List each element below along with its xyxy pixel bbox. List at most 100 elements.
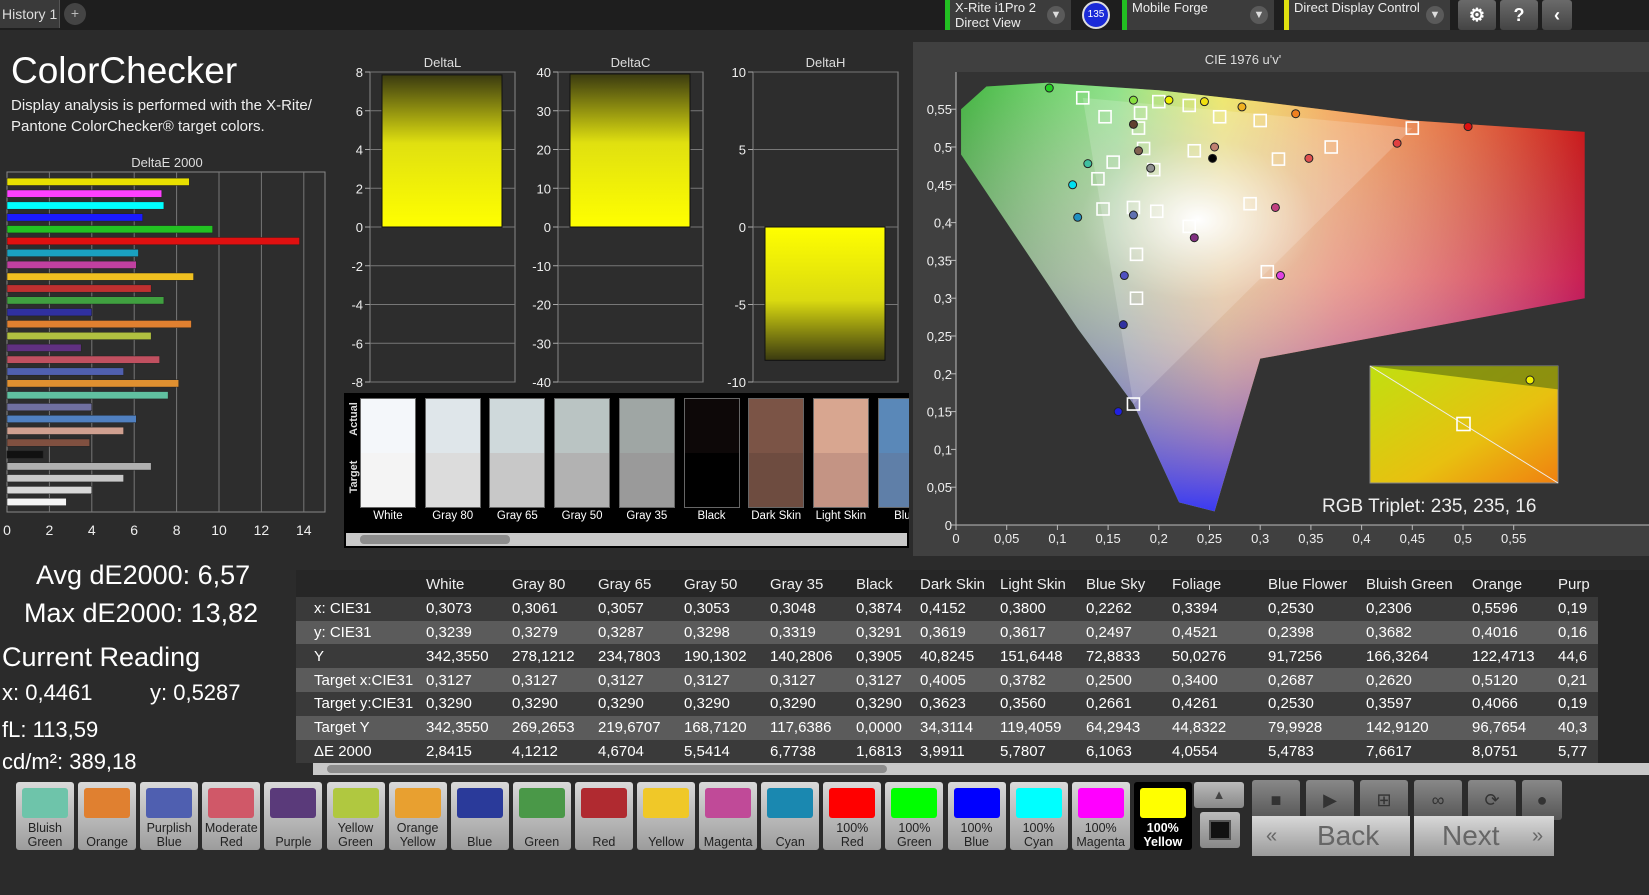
swatch-red[interactable]: Red xyxy=(574,782,633,850)
table-cell: 0,5120 xyxy=(1472,668,1558,692)
swatch-label: Magenta xyxy=(703,835,753,849)
swatch-orange-yellow[interactable]: Orange Yellow xyxy=(388,782,447,850)
x-tick-label: 0,25 xyxy=(1197,531,1222,546)
patch-actual xyxy=(878,399,909,453)
swatch-moderate-red[interactable]: Moderate Red xyxy=(202,782,261,850)
deltae-bar xyxy=(6,450,44,459)
play-button[interactable]: ▶ xyxy=(1306,780,1354,820)
table-cell: 0,3905 xyxy=(856,644,920,669)
refresh-button[interactable]: ⟳ xyxy=(1468,780,1516,820)
table-cell: 0,3298 xyxy=(684,620,770,645)
swatch-orange[interactable]: Orange xyxy=(78,782,137,850)
table-cell: 151,6448 xyxy=(1000,644,1086,669)
scrollbar-thumb[interactable] xyxy=(327,765,887,773)
next-button[interactable]: Next » xyxy=(1414,816,1554,856)
swatch-blue[interactable]: Blue xyxy=(450,782,509,850)
column-header: Black xyxy=(856,576,893,594)
table-scrollbar[interactable] xyxy=(313,763,1649,775)
patch-target xyxy=(749,453,804,507)
table-cell: 0,3290 xyxy=(770,691,856,716)
swatch-chip xyxy=(1077,788,1124,818)
scroll-up-button[interactable]: ▲ xyxy=(1194,782,1244,808)
swatch-100-magenta[interactable]: 100% Magenta xyxy=(1071,782,1130,850)
deltae-bar xyxy=(6,486,93,495)
patch-scrollbar[interactable] xyxy=(346,533,907,546)
patch-gray-65 xyxy=(489,398,546,508)
table-cell: 91,7256 xyxy=(1268,644,1366,669)
table-cell: 0,0000 xyxy=(856,715,920,740)
x-tick-label: 0,2 xyxy=(1150,531,1168,546)
page-title: ColorChecker xyxy=(11,50,238,91)
measured-point xyxy=(1210,142,1220,152)
patch-target xyxy=(878,453,909,507)
meter-dropdown[interactable]: X-Rite i1Pro 2 Direct View ▼ xyxy=(945,0,1071,30)
stop-display-button[interactable] xyxy=(1200,812,1240,848)
patch-actual xyxy=(813,399,868,453)
swatch-100-green[interactable]: 100% Green xyxy=(885,782,944,850)
deltae-bar xyxy=(6,355,160,364)
scrollbar-thumb[interactable] xyxy=(360,535,510,544)
table-cell: 0,3127 xyxy=(598,668,684,692)
swatch-chip xyxy=(953,788,1000,818)
table-cell: 0,19 xyxy=(1558,691,1598,716)
avg-de: Avg dE2000: 6,57 xyxy=(36,560,251,590)
patch-label: Dark Skin xyxy=(751,510,802,522)
step-button[interactable]: ⊞ xyxy=(1360,780,1408,820)
column-header: Gray 80 xyxy=(512,576,566,594)
table-cell: 0,3619 xyxy=(920,620,1000,645)
table-cell: 278,1212 xyxy=(512,644,598,669)
settings-button[interactable]: ⚙ xyxy=(1458,0,1496,30)
swatch-chip xyxy=(270,788,317,818)
help-button[interactable]: ? xyxy=(1500,0,1538,30)
collapse-button[interactable]: ‹ xyxy=(1542,0,1572,30)
measured-point xyxy=(1119,271,1129,281)
table-cell: 0,3617 xyxy=(1000,620,1086,645)
column-header: Gray 35 xyxy=(770,576,824,594)
back-button[interactable]: « Back xyxy=(1252,816,1410,856)
deltae-bar xyxy=(6,320,192,329)
y-tick-label: 0,15 xyxy=(927,405,952,420)
row-label: Target x:CIE31 xyxy=(296,668,426,692)
tab-history[interactable]: History 1 xyxy=(0,0,60,28)
swatch-100-cyan[interactable]: 100% Cyan xyxy=(1009,782,1068,850)
table-cell: 0,3290 xyxy=(426,691,512,716)
delta-chart-title: DeltaH xyxy=(806,55,846,70)
swatch-green[interactable]: Green xyxy=(512,782,571,850)
swatch-100-red[interactable]: 100% Red xyxy=(823,782,882,850)
table-cell: 0,2687 xyxy=(1268,668,1366,692)
swatch-yellow-green[interactable]: Yellow Green xyxy=(326,782,385,850)
swatch-bluish-green[interactable]: Bluish Green xyxy=(16,782,74,850)
profile-dropdown[interactable]: Mobile Forge ▼ xyxy=(1122,0,1274,30)
y-tick-label: 0,05 xyxy=(927,480,952,495)
table-cell: 0,3053 xyxy=(684,596,770,621)
patch-target xyxy=(619,453,674,507)
swatch-yellow[interactable]: Yellow xyxy=(637,782,695,850)
display-control-dropdown[interactable]: Direct Display Control ▼ xyxy=(1284,0,1450,30)
measured-point xyxy=(1128,95,1138,105)
delta-tick-label: 5 xyxy=(739,143,746,158)
table-cell: 0,3290 xyxy=(512,691,598,716)
swatch-magenta[interactable]: Magenta xyxy=(699,782,758,850)
table-cell: 0,3560 xyxy=(1000,691,1086,716)
deltae-bar xyxy=(6,308,93,317)
measured-point xyxy=(1291,109,1301,119)
swatch-purple[interactable]: Purple xyxy=(264,782,323,850)
record-button[interactable]: ● xyxy=(1522,780,1562,820)
swatch-purplish-blue[interactable]: Purplish Blue xyxy=(140,782,199,850)
table-cell: 0,3874 xyxy=(856,596,920,621)
swatch-cyan[interactable]: Cyan xyxy=(761,782,820,850)
swatch-100-yellow[interactable]: 100% Yellow xyxy=(1133,782,1192,850)
x-tick-label: 0,1 xyxy=(1048,531,1066,546)
table-cell: 4,6704 xyxy=(598,739,684,764)
loop-button[interactable]: ∞ xyxy=(1414,780,1462,820)
page-subtitle: Display analysis is performed with the X… xyxy=(11,97,312,135)
table-cell: 0,2530 xyxy=(1268,596,1366,621)
swatch-label: Bluish Green xyxy=(27,821,63,849)
deltae-tick-label: 0 xyxy=(3,522,11,538)
stop-button[interactable]: ■ xyxy=(1252,780,1300,820)
add-tab-button[interactable]: + xyxy=(64,3,86,25)
delta-tick-label: 0 xyxy=(356,220,363,235)
table-cell: 0,16 xyxy=(1558,620,1598,645)
delta-chart-title: DeltaL xyxy=(424,55,462,70)
swatch-100-blue[interactable]: 100% Blue xyxy=(947,782,1006,850)
